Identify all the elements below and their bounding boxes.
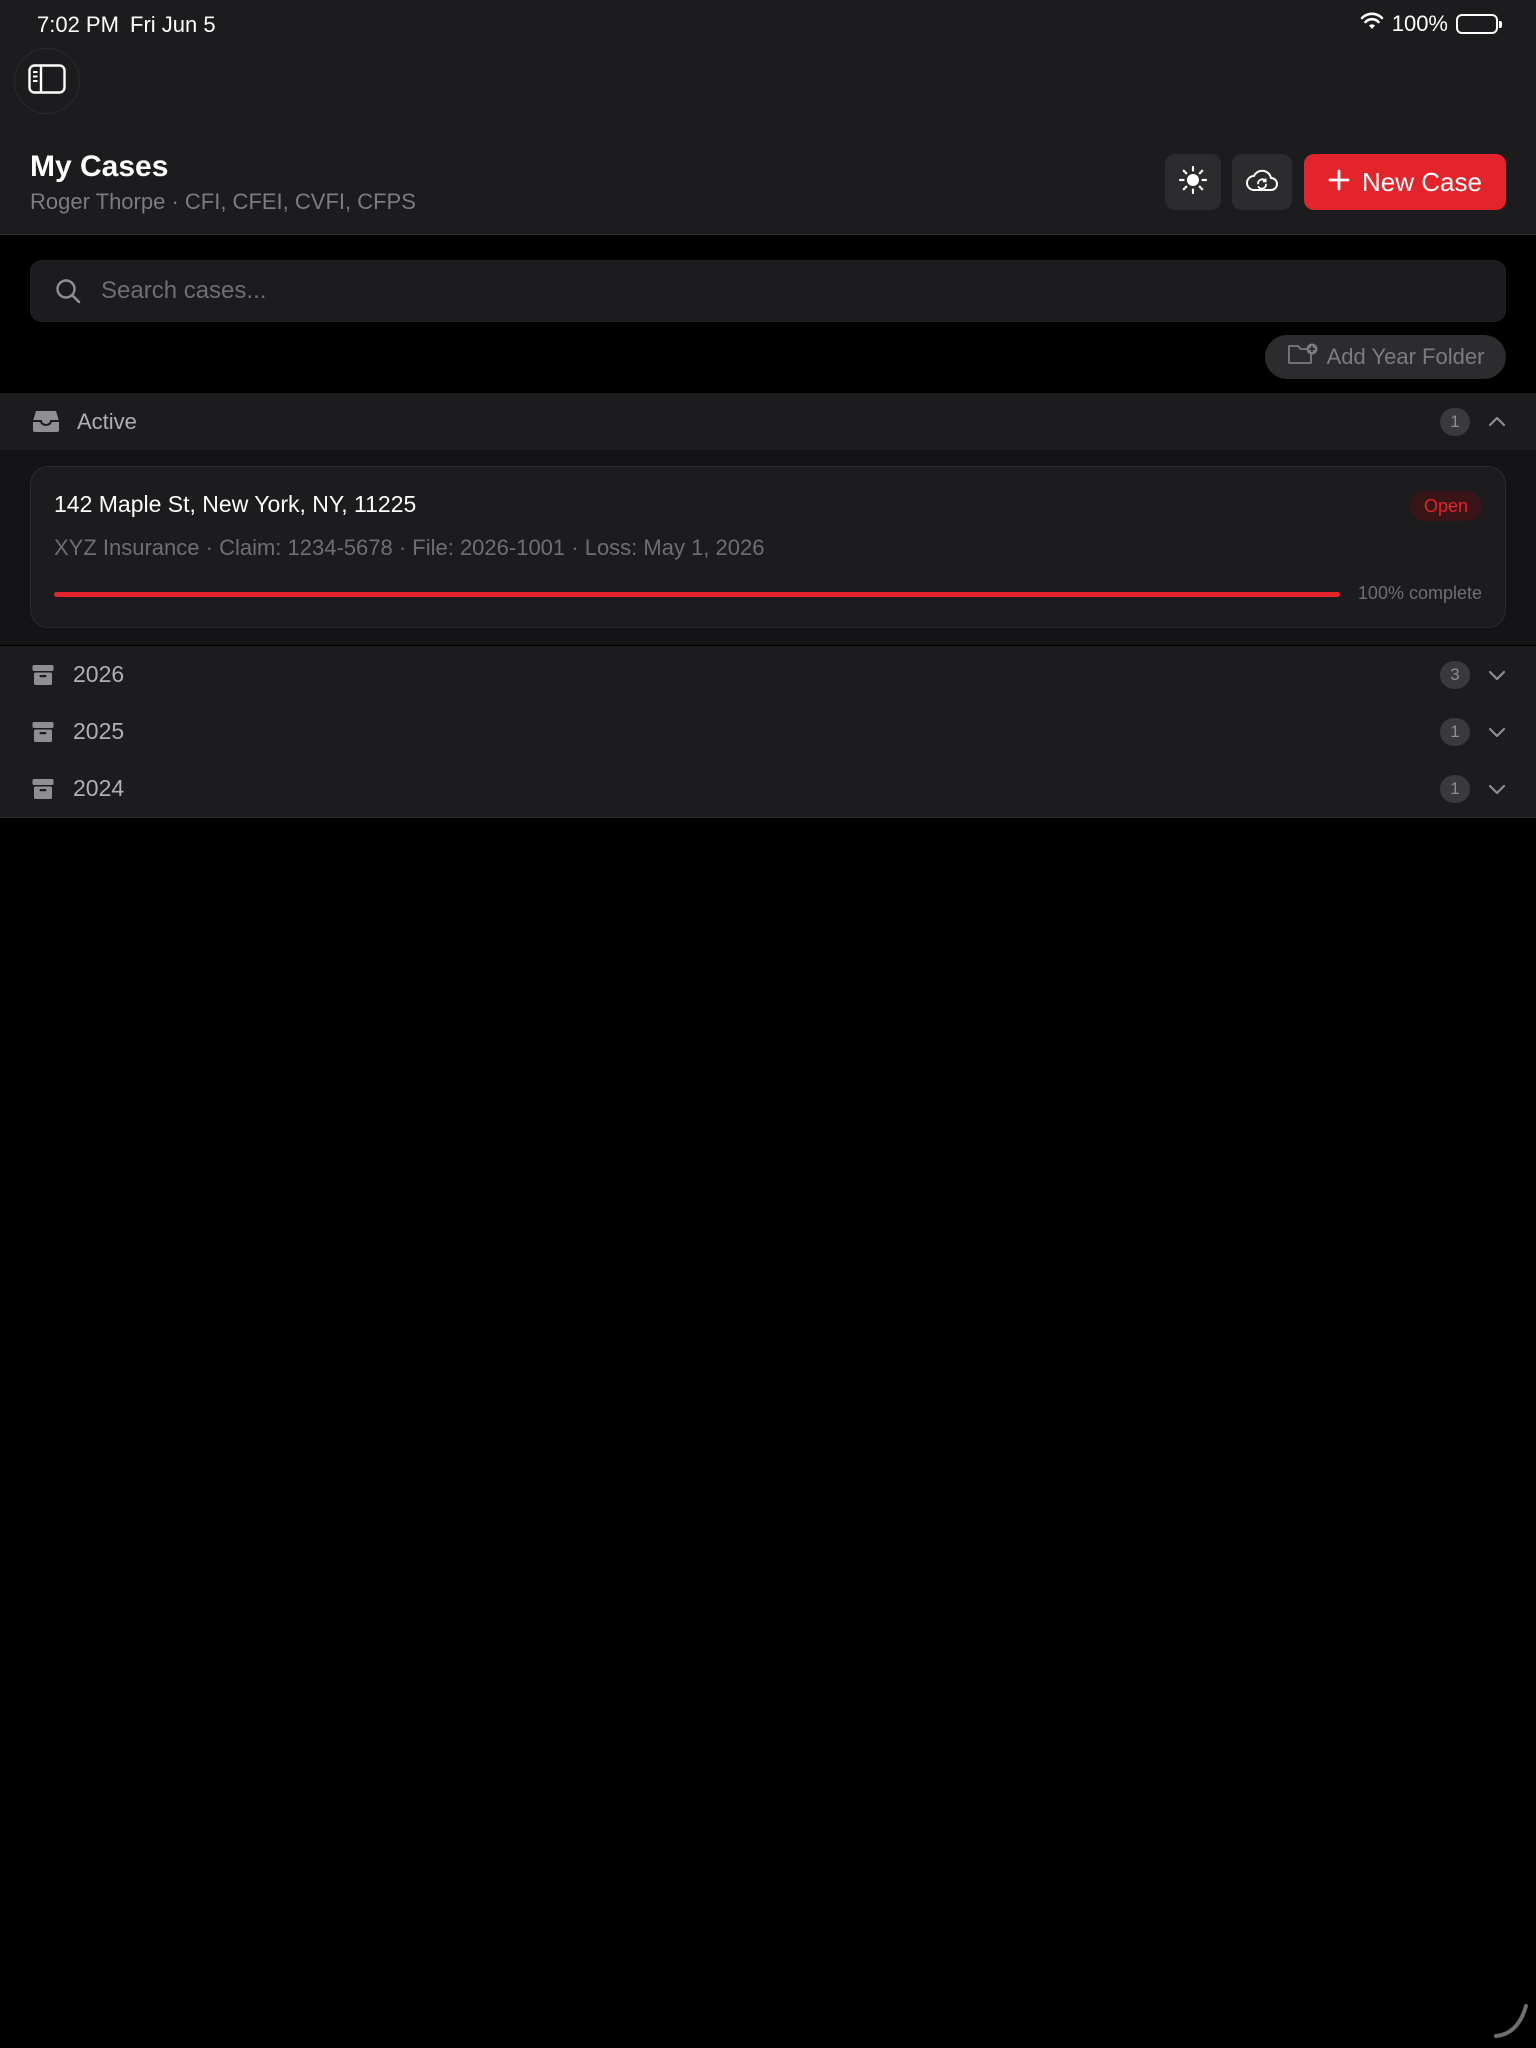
sun-icon (1178, 165, 1208, 200)
year-folder-label: 2026 (73, 661, 125, 687)
active-section-header[interactable]: Active 1 (0, 393, 1536, 450)
active-count-badge: 1 (1440, 407, 1470, 436)
progress-bar (54, 592, 1340, 597)
archive-box-icon (32, 778, 54, 800)
case-card[interactable]: 142 Maple St, New York, NY, 11225 Open X… (30, 466, 1506, 628)
search-input[interactable] (101, 277, 1505, 305)
year-folder-row[interactable]: 2026 3 (0, 646, 1536, 703)
year-folder-list: 2026 3 2025 1 2024 1 (0, 646, 1536, 818)
cloud-sync-button[interactable] (1232, 154, 1292, 210)
status-bar: 7:02 PM Fri Jun 5 100% (0, 0, 1536, 48)
progress-fill (54, 592, 1340, 597)
header: My Cases Roger Thorpe · CFI, CFEI, CVFI,… (0, 48, 1536, 235)
chevron-down-icon[interactable] (1486, 778, 1508, 800)
year-folder-count: 1 (1440, 717, 1470, 746)
year-folder-row[interactable]: 2025 1 (0, 703, 1536, 760)
search-box[interactable] (30, 260, 1506, 322)
wifi-icon (1360, 11, 1384, 37)
chevron-down-icon[interactable] (1486, 721, 1508, 743)
chevron-up-icon[interactable] (1486, 411, 1508, 433)
plus-icon (1328, 167, 1350, 198)
cloud-sync-icon (1245, 167, 1279, 198)
new-case-label: New Case (1362, 166, 1482, 197)
year-folder-row[interactable]: 2024 1 (0, 760, 1536, 817)
archive-box-icon (32, 721, 54, 743)
archive-box-icon (32, 664, 54, 686)
new-case-button[interactable]: New Case (1304, 154, 1506, 210)
sidebar-icon (28, 63, 66, 99)
sidebar-toggle-button[interactable] (14, 48, 80, 114)
active-section-label: Active (77, 408, 137, 434)
folder-plus-icon (1287, 342, 1319, 372)
battery-icon (1456, 14, 1502, 34)
theme-toggle-button[interactable] (1165, 154, 1221, 210)
year-folder-label: 2025 (73, 718, 125, 744)
search-icon (53, 276, 83, 306)
add-year-folder-label: Add Year Folder (1326, 344, 1485, 369)
page-title: My Cases (30, 150, 169, 183)
add-year-folder-button[interactable]: Add Year Folder (1265, 335, 1506, 379)
page-subtitle: Roger Thorpe · CFI, CFEI, CVFI, CFPS (30, 189, 416, 214)
battery-percent: 100% (1391, 11, 1448, 36)
progress-label: 100% complete (1357, 583, 1482, 603)
case-address: 142 Maple St, New York, NY, 11225 (54, 491, 417, 517)
case-meta: XYZ Insurance · Claim: 1234-5678 · File:… (54, 535, 765, 560)
chevron-down-icon[interactable] (1486, 664, 1508, 686)
year-folder-label: 2024 (73, 775, 125, 801)
status-time: 7:02 PM (37, 12, 119, 37)
status-indicators: 100% (1360, 11, 1502, 37)
status-date: Fri Jun 5 (130, 12, 216, 37)
corner-handle-icon[interactable] (1492, 2000, 1532, 2040)
inbox-tray-icon (32, 409, 60, 433)
status-badge: Open (1409, 491, 1482, 521)
year-folder-count: 3 (1440, 660, 1470, 689)
year-folder-count: 1 (1440, 774, 1470, 803)
